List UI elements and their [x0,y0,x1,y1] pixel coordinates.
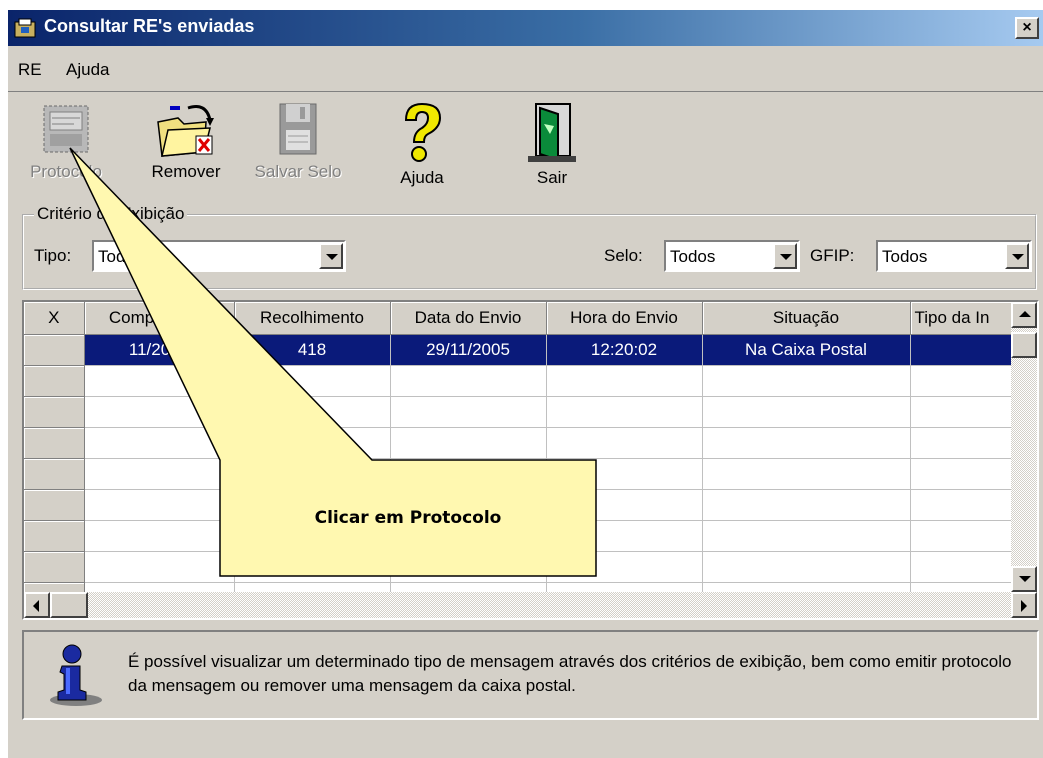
callout-balloon [69,147,597,577]
callout-text: Clicar em Protocolo [314,508,502,528]
